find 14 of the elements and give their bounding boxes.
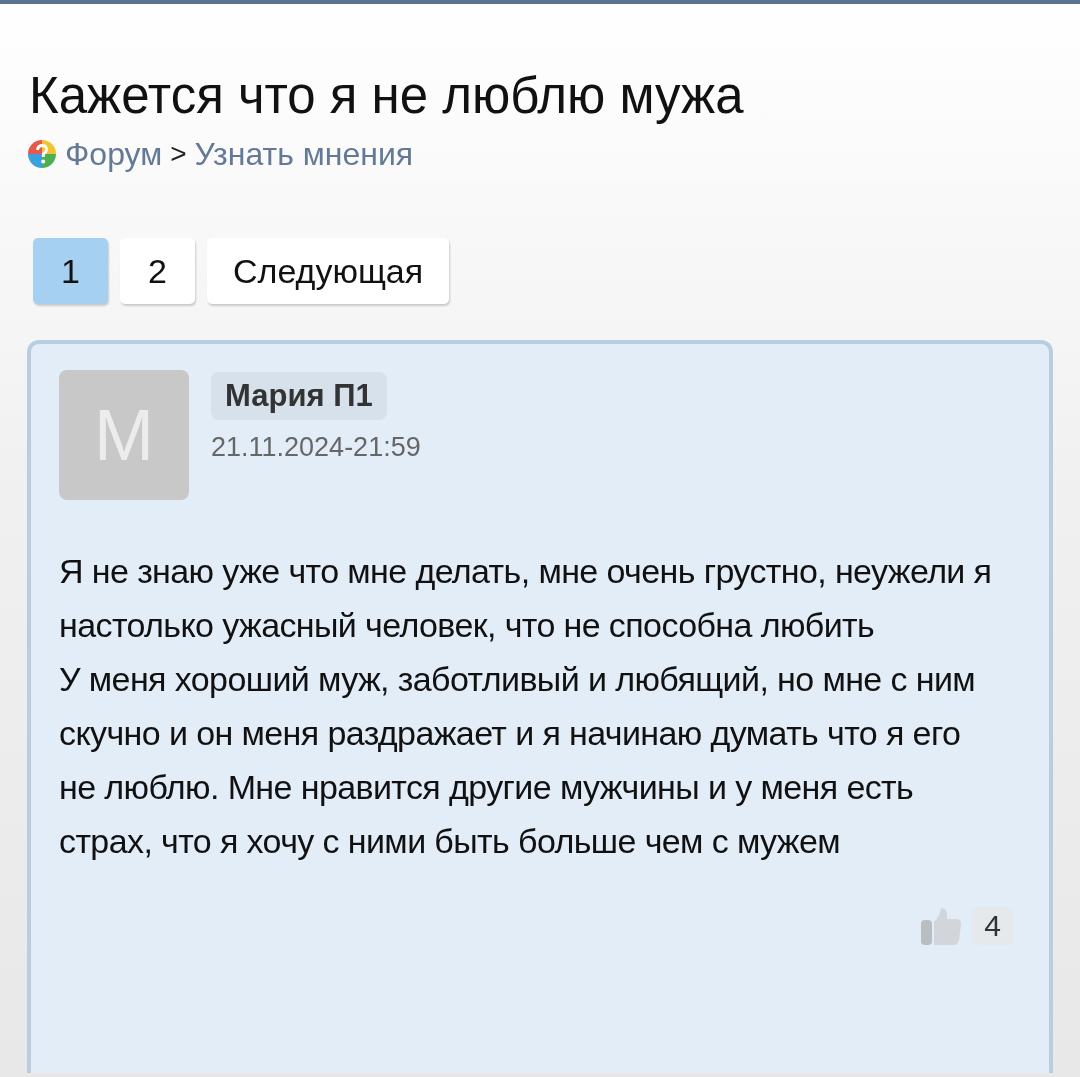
author-name[interactable]: Мария П1 [211,372,387,420]
page-title: Кажется что я не люблю мужа [29,66,745,126]
forum-logo-icon [27,139,57,169]
thumbs-up-icon[interactable] [920,906,963,946]
page-button[interactable]: 1 [33,238,108,304]
like-count: 4 [972,907,1013,945]
page-button[interactable]: 2 [120,238,195,304]
post-date: 21.11.2024-21:59 [211,432,421,463]
breadcrumb-link[interactable]: Узнать мнения [194,134,414,174]
breadcrumb-separator: > [170,137,187,171]
post-paragraph: У меня хороший муж, заботливый и любящий, но мне с ним скучно и он меня раздражает и я начинаю думать что я его не люблю. Мне нравится другие мужчины и у меня есть страх, что я хочу с ними быть больше чем с мужем [59,659,977,862]
post-paragraph: Я не знаю уже что мне делать, мне очень грустно, неужели я настолько ужасный человек, что не способна любить [59,551,993,646]
page-button[interactable]: Следующая [207,238,450,304]
breadcrumb-link[interactable]: Форум [65,134,163,174]
